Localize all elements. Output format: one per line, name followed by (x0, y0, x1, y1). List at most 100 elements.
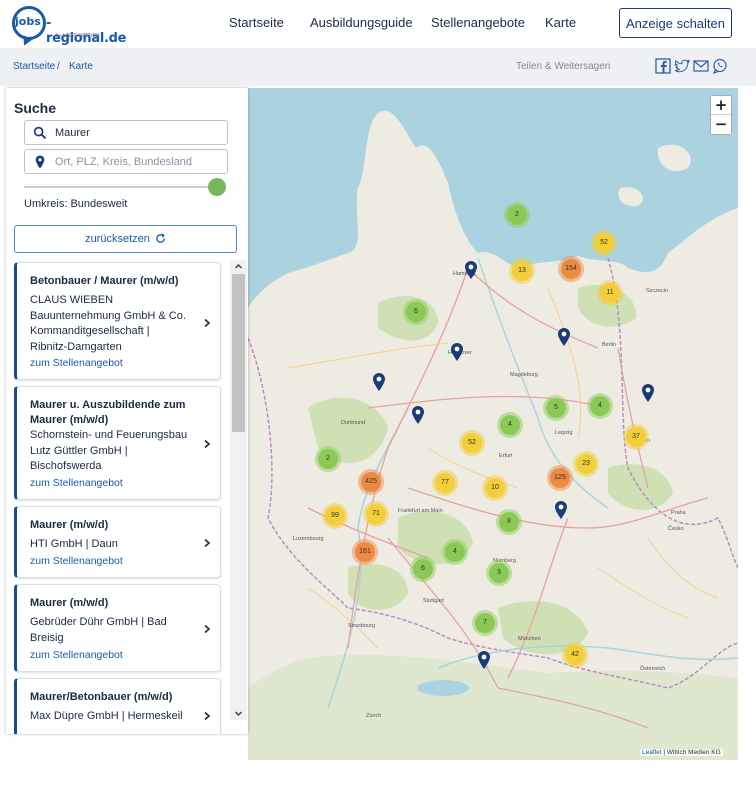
job-list: Betonbauer / Maurer (m/w/d) CLAUS WIEBEN… (14, 260, 223, 734)
scroll-up-icon[interactable] (234, 262, 243, 271)
job-card[interactable]: Betonbauer / Maurer (m/w/d) CLAUS WIEBEN… (14, 262, 221, 380)
job-title: Maurer (m/w/d) (30, 597, 109, 609)
map-cluster[interactable]: 10 (485, 478, 505, 498)
breadcrumb-karte[interactable]: Karte (69, 61, 93, 72)
map-cluster[interactable]: 11 (600, 283, 620, 303)
nav-startseite[interactable]: Startseite (229, 15, 284, 30)
map-cluster[interactable]: 13 (512, 261, 532, 281)
site-logo[interactable]: jobs -regional.de by LINUS WITTICH (12, 6, 126, 46)
map-marker-icon[interactable] (642, 384, 654, 402)
keyword-input[interactable] (55, 124, 223, 142)
map-marker-icon[interactable] (373, 373, 385, 391)
job-card[interactable]: Maurer (m/w/d) HTI GmbH | Daun zum Stell… (14, 506, 221, 578)
job-list-scrollbar[interactable] (230, 260, 247, 720)
place-label: Praha (671, 510, 686, 516)
map-cluster[interactable]: 125 (550, 468, 570, 488)
location-field[interactable] (24, 149, 228, 174)
job-company-line: Gebrüder Dühr GmbH | Bad (30, 616, 167, 628)
chevron-right-icon[interactable] (202, 439, 212, 449)
chevron-right-icon[interactable] (202, 318, 212, 328)
map-cluster[interactable]: 4 (445, 542, 465, 562)
chevron-right-icon[interactable] (202, 538, 212, 548)
leaflet-link[interactable]: Leaflet (642, 749, 662, 756)
map-attribution: Leaflet | Wittich Medien KG (640, 749, 723, 756)
map-marker-icon[interactable] (555, 501, 567, 519)
twitter-icon[interactable] (674, 58, 690, 74)
reset-button[interactable]: zurücksetzen (14, 225, 237, 253)
nav-ausbildungsguide[interactable]: Ausbildungsguide (310, 15, 413, 30)
scroll-down-icon[interactable] (234, 709, 243, 718)
job-link[interactable]: zum Stellenangebot (30, 649, 123, 661)
map-marker-icon[interactable] (558, 328, 570, 346)
map-cluster[interactable]: 7 (475, 613, 495, 633)
map-marker-icon[interactable] (478, 651, 490, 669)
job-company-line: Max Düpre GmbH | Hermeskeil (30, 710, 183, 722)
nav-stellenangebote[interactable]: Stellenangebote (431, 15, 525, 30)
breadcrumb-bar: Startseite / Karte Teilen & Weitersagen (0, 48, 756, 86)
map-cluster[interactable]: 99 (325, 506, 345, 526)
map-cluster[interactable]: 77 (435, 473, 455, 493)
job-link[interactable]: zum Stellenangebot (30, 555, 123, 567)
map-cluster[interactable]: 23 (576, 454, 596, 474)
mail-icon[interactable] (693, 58, 709, 74)
map-cluster[interactable]: 6 (413, 559, 433, 579)
map-cluster[interactable]: 425 (361, 472, 381, 492)
job-card[interactable]: Maurer (m/w/d) Gebrüder Dühr GmbH | Bad … (14, 584, 221, 672)
job-company-line: HTI GmbH | Daun (30, 538, 118, 550)
radius-label: Umkreis: Bundesweit (24, 198, 128, 210)
job-company-line: Bauunternehmung GmbH & Co. (30, 309, 186, 322)
place-label: Dortmund (341, 420, 366, 426)
map-cluster[interactable]: 5 (546, 398, 566, 418)
job-card[interactable]: Maurer/Betonbauer (m/w/d) Max Düpre GmbH… (14, 678, 221, 734)
job-map[interactable]: Hamburg Berlin Hannover Magdeburg Leipzi… (248, 88, 738, 760)
map-cluster[interactable]: 37 (626, 427, 646, 447)
map-tiles (248, 88, 738, 760)
place-label: Magdeburg (510, 372, 538, 378)
job-link[interactable]: zum Stellenangebot (30, 357, 123, 369)
reset-label: zurücksetzen (85, 233, 150, 245)
map-marker-icon[interactable] (451, 343, 463, 361)
job-card[interactable]: Maurer u. Auszubildende zum Maurer (m/w/… (14, 386, 221, 500)
map-marker-icon[interactable] (412, 406, 424, 424)
map-cluster[interactable]: 6 (406, 302, 426, 322)
job-company-line: Breisig (30, 631, 64, 644)
nav-karte[interactable]: Karte (545, 15, 576, 30)
job-company-line: Bischofswerda (30, 460, 102, 472)
zoom-in-button[interactable]: + (711, 96, 731, 115)
map-cluster[interactable]: 161 (355, 542, 375, 562)
chevron-right-icon[interactable] (202, 711, 212, 721)
keyword-field[interactable] (24, 120, 228, 145)
job-link[interactable]: zum Stellenangebot (30, 477, 123, 489)
logo-subtitle: by LINUS WITTICH (56, 33, 100, 39)
facebook-icon[interactable] (655, 58, 671, 74)
breadcrumb-startseite[interactable]: Startseite (13, 61, 55, 72)
place-label: Česko (668, 526, 684, 532)
map-cluster[interactable]: 2 (507, 205, 527, 225)
location-input[interactable] (55, 153, 223, 171)
map-cluster[interactable]: 154 (561, 259, 581, 279)
anzeige-schalten-button[interactable]: Anzeige schalten (619, 8, 732, 38)
map-cluster[interactable]: 8 (499, 512, 519, 532)
map-marker-icon[interactable] (465, 261, 477, 279)
job-company-line: CLAUS WIEBEN (30, 294, 114, 306)
chevron-right-icon[interactable] (202, 624, 212, 634)
map-cluster[interactable]: 52 (462, 433, 482, 453)
map-cluster[interactable]: 42 (565, 645, 585, 665)
map-cluster[interactable]: 3 (489, 563, 509, 583)
place-label: Zürich (366, 713, 382, 719)
scrollbar-thumb[interactable] (232, 274, 245, 432)
search-icon (33, 126, 47, 140)
place-label: Berlin (602, 342, 617, 348)
map-cluster[interactable]: 4 (500, 415, 520, 435)
job-title: Maurer (m/w/d) (30, 519, 109, 531)
map-cluster[interactable]: 71 (366, 504, 386, 524)
map-cluster[interactable]: 4 (590, 396, 610, 416)
radius-slider-track[interactable] (24, 186, 220, 188)
site-header: jobs -regional.de by LINUS WITTICH Start… (0, 0, 756, 48)
zoom-out-button[interactable]: − (711, 115, 731, 134)
whatsapp-icon[interactable] (712, 58, 728, 74)
map-cluster[interactable]: 52 (594, 233, 614, 253)
radius-slider-handle[interactable] (208, 178, 226, 196)
map-cluster[interactable]: 2 (318, 449, 338, 469)
search-title: Suche (14, 100, 57, 116)
